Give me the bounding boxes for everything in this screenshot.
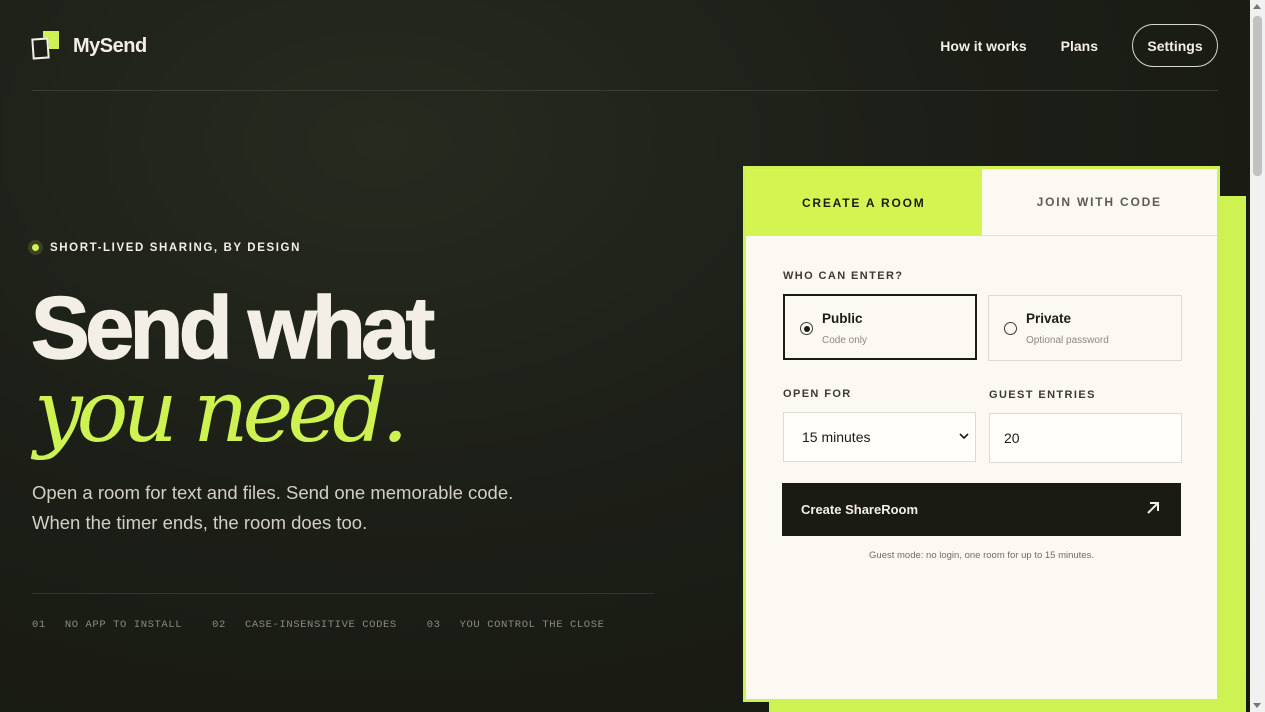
- who-can-enter-label: WHO CAN ENTER?: [783, 270, 904, 282]
- top-nav: How it works Plans Settings: [940, 24, 1218, 67]
- hero-divider: [32, 593, 654, 594]
- arrow-up-right-icon: [1147, 502, 1159, 514]
- tab-join-with-code[interactable]: JOIN WITH CODE: [981, 169, 1217, 236]
- feature-item: 02 CASE-INSENSITIVE CODES: [212, 619, 397, 631]
- scroll-down-icon[interactable]: [1253, 703, 1261, 708]
- brand[interactable]: MySend: [31, 31, 147, 61]
- feature-number: 01: [32, 619, 46, 631]
- option-title: Public: [822, 311, 863, 326]
- logo-icon: [31, 31, 60, 61]
- option-title: Private: [1026, 311, 1072, 326]
- guest-entries-input[interactable]: 20: [989, 413, 1182, 463]
- radio-unselected-icon: [1004, 322, 1017, 335]
- feature-item: 01 NO APP TO INSTALL: [32, 619, 182, 631]
- status-dot-icon: [28, 240, 43, 255]
- tagline-text: SHORT-LIVED SHARING, BY DESIGN: [50, 241, 301, 254]
- subheadline-line-1: Open a room for text and files. Send one…: [32, 482, 514, 503]
- feature-list: 01 NO APP TO INSTALL 02 CASE-INSENSITIVE…: [32, 619, 635, 631]
- card-tabs: CREATE A ROOM JOIN WITH CODE: [746, 169, 1217, 236]
- feature-label: YOU CONTROL THE CLOSE: [459, 619, 605, 631]
- feature-item: 03 YOU CONTROL THE CLOSE: [427, 619, 605, 631]
- private-option[interactable]: Private Optional password: [988, 295, 1182, 361]
- guest-entries-value: 20: [1004, 430, 1020, 446]
- option-subtitle: Code only: [822, 335, 868, 346]
- create-shareroom-button[interactable]: Create ShareRoom: [782, 483, 1181, 536]
- open-for-value: 15 minutes: [802, 429, 871, 445]
- open-for-label: OPEN FOR: [783, 388, 852, 400]
- option-subtitle: Optional password: [1026, 335, 1109, 346]
- nav-how-it-works[interactable]: How it works: [940, 38, 1026, 54]
- guest-mode-note: Guest mode: no login, one room for up to…: [869, 550, 1094, 561]
- guest-entries-label: GUEST ENTRIES: [989, 389, 1096, 401]
- subheadline-line-2: When the timer ends, the room does too.: [32, 512, 368, 533]
- public-option[interactable]: Public Code only: [783, 294, 977, 360]
- chevron-down-icon: [959, 433, 969, 440]
- radio-selected-icon: [800, 322, 813, 335]
- feature-label: CASE-INSENSITIVE CODES: [244, 619, 397, 631]
- create-button-label: Create ShareRoom: [801, 502, 919, 517]
- tagline: SHORT-LIVED SHARING, BY DESIGN: [28, 240, 301, 255]
- headline-line-1: Send what: [30, 278, 436, 377]
- scroll-up-icon[interactable]: [1253, 4, 1261, 9]
- tab-create-room[interactable]: CREATE A ROOM: [746, 169, 982, 236]
- scroll-thumb[interactable]: [1253, 16, 1262, 176]
- room-card: CREATE A ROOM JOIN WITH CODE WHO CAN ENT…: [743, 166, 1220, 702]
- header-divider: [32, 90, 1218, 91]
- headline-line-2: you need.: [34, 362, 409, 462]
- page: MySend How it works Plans Settings SHORT…: [0, 0, 1250, 712]
- brand-name: MySend: [73, 34, 147, 57]
- feature-label: NO APP TO INSTALL: [64, 619, 183, 631]
- nav-plans[interactable]: Plans: [1061, 38, 1098, 54]
- settings-button[interactable]: Settings: [1132, 24, 1218, 67]
- feature-number: 03: [426, 619, 441, 631]
- open-for-select[interactable]: 15 minutes: [783, 412, 976, 462]
- scrollbar[interactable]: [1250, 0, 1265, 712]
- feature-number: 02: [212, 619, 226, 631]
